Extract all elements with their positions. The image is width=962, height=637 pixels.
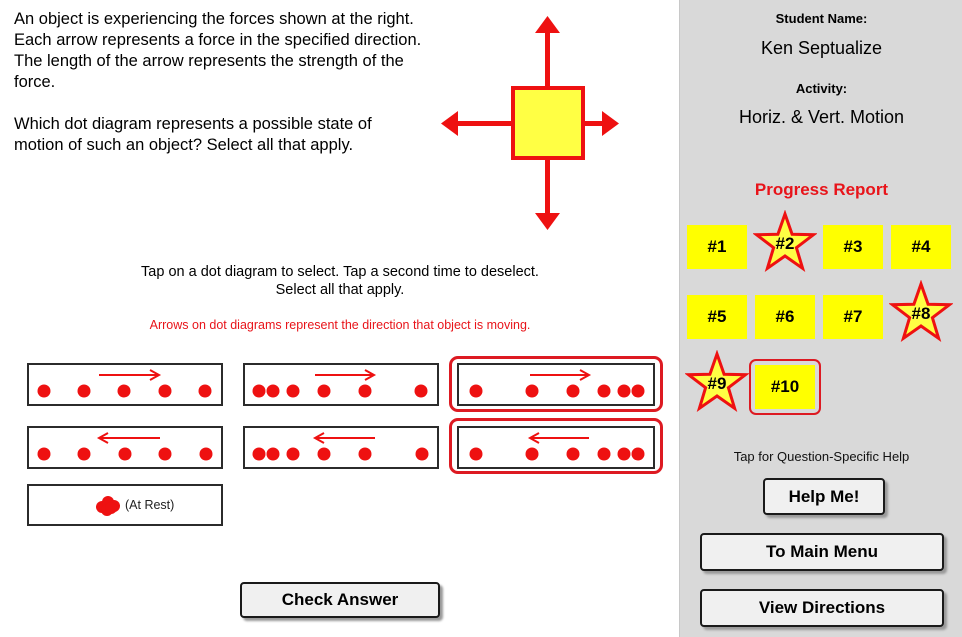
force-arrowhead-left — [441, 111, 458, 136]
help-note: Tap for Question-Specific Help — [733, 449, 910, 464]
force-arrowhead-right — [602, 111, 619, 136]
position-dot — [469, 447, 483, 461]
position-dot — [158, 447, 172, 461]
force-arrow-up — [545, 30, 550, 90]
main-panel: An object is experiencing the forces sho… — [0, 0, 679, 637]
main-menu-button[interactable]: To Main Menu — [700, 533, 944, 571]
position-dot — [469, 384, 483, 398]
position-dot — [37, 384, 51, 398]
question-tile-8-label: #8 — [911, 304, 931, 323]
position-dot — [199, 447, 213, 461]
position-dot — [631, 384, 645, 398]
position-dot — [358, 384, 372, 398]
position-dot — [198, 384, 212, 398]
dot-diagram-f[interactable] — [457, 426, 655, 469]
position-dot — [158, 384, 172, 398]
position-dot — [77, 447, 91, 461]
position-dot — [414, 384, 428, 398]
position-dot — [358, 447, 372, 461]
position-dot — [266, 384, 280, 398]
at-rest-label: (At Rest) — [125, 498, 175, 512]
dot-diagram-a[interactable] — [27, 363, 223, 406]
student-name: Ken Septualize — [760, 38, 883, 58]
student-name-label: Student Name: — [775, 11, 868, 26]
force-arrow-left — [454, 121, 514, 126]
sidebar: Student Name: Ken Septualize Activity: H… — [679, 0, 962, 637]
progress-report-title: Progress Report — [754, 180, 889, 199]
dot-diagram-c-graphic — [469, 369, 645, 398]
position-dot — [415, 447, 429, 461]
dot-diagram-d-graphic — [37, 432, 213, 461]
dot-diagram-c[interactable] — [457, 363, 655, 406]
question-paragraph-1: An object is experiencing the forces sho… — [14, 10, 422, 91]
force-arrowhead-down — [535, 213, 560, 230]
dot-diagram-a-graphic — [37, 369, 212, 398]
position-dot — [37, 447, 51, 461]
position-dot — [77, 384, 91, 398]
position-dot — [566, 447, 580, 461]
position-dot — [317, 447, 331, 461]
question-paragraph-2: Which dot diagram represents a possible … — [14, 115, 372, 154]
position-dot — [566, 384, 580, 398]
question-tile-2[interactable]: #2 — [753, 210, 817, 274]
position-dot — [266, 447, 280, 461]
question-tile-9[interactable]: #9 — [685, 350, 749, 414]
question-tile-1[interactable]: #1 — [687, 225, 747, 269]
question-text: An object is experiencing the forces sho… — [14, 9, 424, 177]
position-dot — [631, 447, 645, 461]
question-tile-4[interactable]: #4 — [891, 225, 951, 269]
dot-diagram-e[interactable] — [243, 426, 439, 469]
question-tile-6[interactable]: #6 — [755, 295, 815, 339]
question-tile-3[interactable]: #3 — [823, 225, 883, 269]
position-dot — [617, 384, 631, 398]
question-tile-9-label: #9 — [707, 374, 727, 393]
activity-label: Activity: — [795, 81, 848, 96]
question-tile-10[interactable]: #10 — [755, 365, 815, 409]
force-arrowhead-up — [535, 16, 560, 33]
dot-diagram-g[interactable]: (At Rest) — [27, 484, 223, 526]
at-rest-dot-cluster — [96, 496, 120, 516]
force-arrow-down — [545, 160, 550, 220]
dot-diagram-e-graphic — [252, 432, 429, 461]
question-tile-7[interactable]: #7 — [823, 295, 883, 339]
force-diagram — [441, 16, 619, 230]
help-me-button[interactable]: Help Me! — [763, 478, 885, 515]
dot-diagram-b-graphic — [252, 369, 428, 398]
position-dot — [286, 384, 300, 398]
question-tile-2-label: #2 — [775, 234, 795, 253]
position-dot — [317, 384, 331, 398]
question-tile-8[interactable]: #8 — [889, 280, 953, 344]
instructions: Tap on a dot diagram to select. Tap a se… — [80, 263, 600, 299]
position-dot — [286, 447, 300, 461]
position-dot — [525, 384, 539, 398]
position-dot — [118, 447, 132, 461]
position-dot — [252, 384, 266, 398]
activity-name: Horiz. & Vert. Motion — [738, 107, 905, 127]
dot-diagram-d[interactable] — [27, 426, 223, 469]
instructions-line-2: Select all that apply. — [275, 282, 405, 298]
position-dot — [617, 447, 631, 461]
instructions-line-1: Tap on a dot diagram to select. Tap a se… — [141, 264, 539, 280]
check-answer-button[interactable]: Check Answer — [240, 582, 440, 618]
position-dot — [252, 447, 266, 461]
dot-diagram-f-graphic — [469, 432, 645, 461]
position-dot — [117, 384, 131, 398]
position-dot — [525, 447, 539, 461]
position-dot — [597, 384, 611, 398]
dot-diagram-b[interactable] — [243, 363, 439, 406]
arrow-note: Arrows on dot diagrams represent the dir… — [149, 318, 531, 332]
question-tile-5[interactable]: #5 — [687, 295, 747, 339]
object-box — [511, 86, 585, 160]
view-directions-button[interactable]: View Directions — [700, 589, 944, 627]
position-dot — [597, 447, 611, 461]
